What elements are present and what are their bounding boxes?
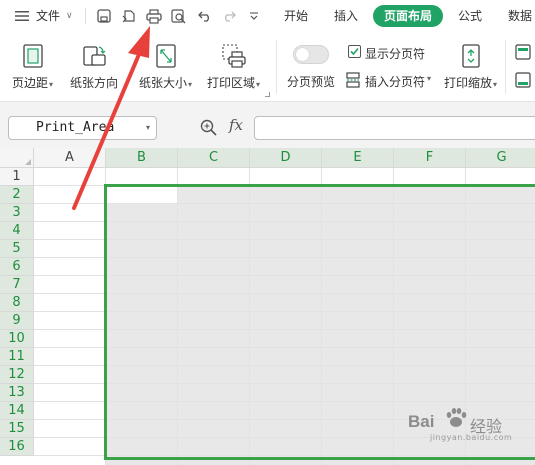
show-page-break-label[interactable]: 显示分页符 xyxy=(365,45,425,62)
insert-page-break-icon[interactable] xyxy=(346,72,360,91)
row-header-3[interactable]: 3 xyxy=(0,204,34,222)
tab-data[interactable]: 数据 xyxy=(508,7,532,25)
orientation-button[interactable]: 纸张方向 xyxy=(70,42,118,91)
column-header-a[interactable]: A xyxy=(34,148,106,168)
tab-formulas[interactable]: 公式 xyxy=(458,7,482,25)
quick-access-more-icon[interactable] xyxy=(244,6,264,26)
print-area-caret-icon: ▾ xyxy=(256,80,261,89)
save-icon[interactable] xyxy=(94,6,114,26)
row-header-11[interactable]: 11 xyxy=(0,348,34,366)
dialog-launcher-icon[interactable] xyxy=(265,92,270,97)
file-menu[interactable]: 文件 xyxy=(36,7,60,25)
header-footer-icon[interactable] xyxy=(515,72,531,91)
column-header-f[interactable]: F xyxy=(394,148,466,168)
show-page-break-checkbox[interactable] xyxy=(348,45,361,58)
row-header-9[interactable]: 9 xyxy=(0,312,34,330)
name-box-dropdown-icon[interactable]: ▾ xyxy=(146,117,150,139)
row-header-16[interactable]: 16 xyxy=(0,438,34,456)
row-header-1[interactable]: 1 xyxy=(0,168,34,186)
paper-size-button[interactable]: 纸张大小▾ xyxy=(139,42,192,91)
column-header-b[interactable]: B xyxy=(106,148,178,168)
orientation-label: 纸张方向 xyxy=(70,76,119,90)
print-icon[interactable] xyxy=(144,6,164,26)
undo-icon[interactable] xyxy=(195,6,215,26)
margins-icon xyxy=(19,42,47,70)
insert-page-break-caret-icon[interactable]: ▾ xyxy=(427,74,431,83)
row-header-13[interactable]: 13 xyxy=(0,384,34,402)
watermark-url: jingyan.baidu.com xyxy=(430,433,513,442)
print-area-icon xyxy=(220,42,248,70)
hamburger-menu-icon[interactable] xyxy=(12,6,32,26)
row-header-10[interactable]: 10 xyxy=(0,330,34,348)
row-header-6[interactable]: 6 xyxy=(0,258,34,276)
insert-page-break-label[interactable]: 插入分页符 xyxy=(365,73,425,90)
orientation-icon xyxy=(80,42,108,70)
page-break-preview-toggle[interactable] xyxy=(293,45,329,64)
tab-page-layout[interactable]: 页面布局 xyxy=(373,5,443,27)
name-box[interactable]: Print_Area ▾ xyxy=(8,116,157,140)
divider xyxy=(505,40,506,94)
formula-input[interactable] xyxy=(254,116,535,140)
row-header-8[interactable]: 8 xyxy=(0,294,34,312)
print-preview-icon[interactable] xyxy=(169,6,189,26)
row-header-14[interactable]: 14 xyxy=(0,402,34,420)
formula-bar: Print_Area ▾ fx xyxy=(0,102,535,148)
paper-size-caret-icon: ▾ xyxy=(188,80,193,89)
print-scaling-icon xyxy=(457,42,485,70)
menu-bar: 文件 ∨ 开始 插入 页面布局 公式 数据 xyxy=(0,0,535,32)
print-titles-icon[interactable] xyxy=(515,44,531,63)
insert-function-button[interactable]: fx xyxy=(229,116,243,134)
print-area-button[interactable]: 打印区域▾ xyxy=(207,42,260,91)
print-scaling-label: 打印缩放 xyxy=(444,76,493,90)
redo-icon[interactable] xyxy=(219,6,239,26)
print-scaling-button[interactable]: 打印缩放▾ xyxy=(444,42,497,91)
select-all-corner[interactable] xyxy=(0,148,34,168)
margins-caret-icon: ▾ xyxy=(49,80,54,89)
row-header-4[interactable]: 4 xyxy=(0,222,34,240)
zoom-icon[interactable] xyxy=(200,119,218,140)
column-header-c[interactable]: C xyxy=(178,148,250,168)
page-break-preview-label: 分页预览 xyxy=(287,75,336,89)
name-box-value: Print_Area xyxy=(36,120,115,135)
tab-home[interactable]: 开始 xyxy=(284,7,308,25)
tab-insert[interactable]: 插入 xyxy=(334,7,358,25)
column-header-g[interactable]: G xyxy=(466,148,535,168)
paper-size-label: 纸张大小 xyxy=(139,76,188,90)
divider xyxy=(276,40,277,94)
row-header-5[interactable]: 5 xyxy=(0,240,34,258)
column-header-d[interactable]: D xyxy=(250,148,322,168)
ribbon: 页边距▾ 纸张方向 纸张大小▾ 打印区域▾ 分页预览 显示分页符 插入分页符 ▾… xyxy=(0,32,535,102)
margins-button[interactable]: 页边距▾ xyxy=(12,42,53,91)
export-icon[interactable] xyxy=(119,6,139,26)
paper-size-icon xyxy=(152,42,180,70)
file-menu-chevron-icon[interactable]: ∨ xyxy=(66,7,73,25)
row-header-15[interactable]: 15 xyxy=(0,420,34,438)
row-header-12[interactable]: 12 xyxy=(0,366,34,384)
row-header-2[interactable]: 2 xyxy=(0,186,34,204)
column-header-e[interactable]: E xyxy=(322,148,394,168)
watermark-brand: Bai xyxy=(408,412,435,431)
divider xyxy=(85,8,86,24)
paw-logo-icon xyxy=(446,408,467,427)
row-header-7[interactable]: 7 xyxy=(0,276,34,294)
margins-label: 页边距 xyxy=(12,76,49,90)
baidu-jingyan-watermark: Bai 经验 jingyan.baidu.com xyxy=(408,404,528,444)
print-scaling-caret-icon: ▾ xyxy=(493,80,498,89)
print-area-label: 打印区域 xyxy=(207,76,256,90)
